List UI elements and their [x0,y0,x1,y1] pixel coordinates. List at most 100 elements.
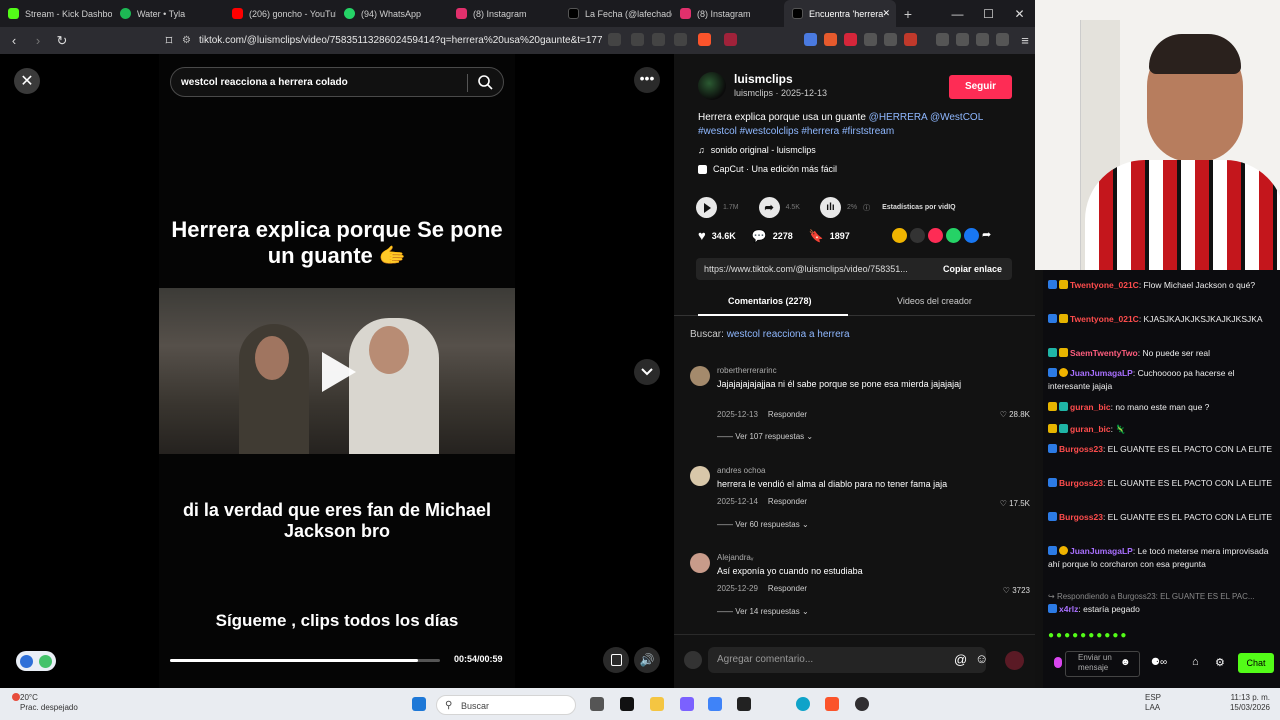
menu-icon[interactable]: ≡ [1015,33,1035,48]
comment-likes[interactable]: ♡ 3723 [1003,586,1030,595]
avatar[interactable] [690,366,710,386]
related-search-link[interactable]: westcol reacciona a herrera [727,329,850,340]
brave-shield-icon[interactable] [698,33,711,46]
close-video-button[interactable]: ✕ [14,68,40,94]
close-tab-icon[interactable]: ✕ [882,8,890,19]
sidebar-icon[interactable] [936,33,949,46]
bookmark-icon[interactable]: ⌑ [159,33,179,49]
sound-link[interactable]: ♫ sonido original - luismclips [698,145,816,155]
avatar[interactable] [698,72,726,100]
view-replies-button[interactable]: —— Ver 60 respuestas ⌄ [717,520,809,529]
reply-button[interactable]: Responder [768,497,807,506]
search-icon[interactable] [477,74,493,90]
repost-icon[interactable] [892,228,907,243]
video-progress-bar[interactable] [170,659,440,662]
avatar[interactable] [690,466,710,486]
floating-player-button[interactable] [603,647,629,673]
wallet-icon[interactable] [976,33,989,46]
translate-icon[interactable] [608,33,621,46]
comment-user[interactable]: andres ochoa [717,466,765,475]
extension-fox-icon[interactable] [824,33,837,46]
copy-link-button[interactable]: Copiar enlace [943,264,1002,274]
more-share-icon[interactable]: ➦ [982,228,997,243]
extension-translate-icon[interactable] [804,33,817,46]
tab-spotify[interactable]: Water • Tyla [112,0,224,27]
tab-kick-dashboard[interactable]: Stream - Kick Dashboard [0,0,112,27]
copilot-icon[interactable] [680,697,694,711]
video-search-box[interactable]: westcol reacciona a herrera colado [170,67,504,97]
chat-send-button[interactable]: Chat [1238,653,1274,673]
store-icon[interactable]: ⌂ [1192,656,1199,668]
microphone-icon[interactable] [1054,657,1062,668]
tab-whatsapp[interactable]: (94) WhatsApp [336,0,448,27]
video-link[interactable]: https://www.tiktok.com/@luismclips/video… [704,264,908,274]
extensions-icon[interactable] [864,33,877,46]
reading-list-icon[interactable] [956,33,969,46]
whatsapp-share-icon[interactable] [946,228,961,243]
mention-icon[interactable]: @ [954,652,967,667]
facebook-share-icon[interactable] [964,228,979,243]
tab-comments[interactable]: Comentarios (2278) [728,296,812,306]
more-options-button[interactable]: ••• [634,67,660,93]
capcut-app-icon[interactable] [620,697,634,711]
windows-start-icon[interactable] [412,697,426,711]
next-video-button[interactable] [634,359,660,385]
share-icon[interactable] [674,33,687,46]
tab-lafecha[interactable]: La Fecha (@lafechade [560,0,672,27]
new-tab-button[interactable]: + [896,6,920,22]
tab-instagram[interactable]: (8) Instagram [448,0,560,27]
users-icon[interactable]: ⚈∞ [1151,657,1167,668]
reply-button[interactable]: Responder [768,584,807,593]
forward-icon[interactable]: › [28,33,48,48]
view-replies-button[interactable]: —— Ver 107 respuestas ⌄ [717,432,813,441]
brave-icon[interactable] [825,697,839,711]
tab-instagram-2[interactable]: (8) Instagram [672,0,784,27]
leo-icon[interactable] [996,33,1009,46]
avatar[interactable] [690,553,710,573]
back-icon[interactable]: ‹ [4,33,24,48]
zoom-icon[interactable] [631,33,644,46]
bookmark-save-icon[interactable]: 🔖 [809,229,824,243]
url-field[interactable]: ⚙ tiktok.com/@luismclips/video/7583511328… [182,30,602,51]
post-comment-icon[interactable] [1005,651,1024,670]
capcut-link[interactable]: CapCut · Una edición más fácil [698,164,837,174]
store-app-icon[interactable] [708,697,722,711]
comment-likes[interactable]: ♡ 17.5K [1000,499,1030,508]
send-icon[interactable] [928,228,943,243]
edge-icon[interactable] [796,697,810,711]
close-window-button[interactable]: ✕ [1004,7,1035,21]
comment-user[interactable]: robertherrerarinc [717,366,777,375]
comment-icon[interactable]: 💬 [752,229,767,243]
tab-tiktok-active[interactable]: Encuentra 'herrera ✕ [784,0,896,27]
volume-button[interactable]: 🔊 [634,647,660,673]
taskbar-search[interactable]: ⚲ Buscar [436,695,576,715]
weather-widget[interactable]: 20°C Prac. despejado [20,693,78,713]
author-name[interactable]: luismclips [734,72,827,86]
emoji-icon[interactable]: ☺ [975,651,988,666]
emoji-icon[interactable]: ☻ [1120,657,1131,668]
heart-icon[interactable]: ♥ [698,228,706,243]
task-view-icon[interactable] [590,697,604,711]
brave-rewards-icon[interactable] [724,33,737,46]
comment-user[interactable]: Alejandraᵥ [717,553,753,562]
embed-icon[interactable] [910,228,925,243]
explorer-icon[interactable] [650,697,664,711]
minimize-button[interactable]: — [942,7,973,21]
view-replies-button[interactable]: —— Ver 14 respuestas ⌄ [717,607,809,616]
comment-input[interactable]: Agregar comentario... [708,647,986,673]
obs-icon[interactable] [855,697,869,711]
tab-youtube[interactable]: (206) goncho - YouTube [224,0,336,27]
maximize-button[interactable]: ☐ [973,7,1004,21]
extension-m-icon[interactable] [844,33,857,46]
reload-icon[interactable]: ↻ [52,33,72,49]
reply-button[interactable]: Responder [768,410,807,419]
extension-download-icon[interactable] [884,33,897,46]
play-icon[interactable] [322,352,356,392]
video-clip-frame[interactable] [159,288,515,454]
follow-button[interactable]: Seguir [949,75,1012,99]
author-info[interactable]: luismclips luismclips · 2025-12-13 [698,72,827,100]
terminal-icon[interactable] [737,697,751,711]
toggle-switch[interactable] [16,651,56,671]
clock[interactable]: 11:13 p. m. 15/03/2026 [1230,693,1270,713]
comment-likes[interactable]: ♡ 28.8K [1000,410,1030,419]
